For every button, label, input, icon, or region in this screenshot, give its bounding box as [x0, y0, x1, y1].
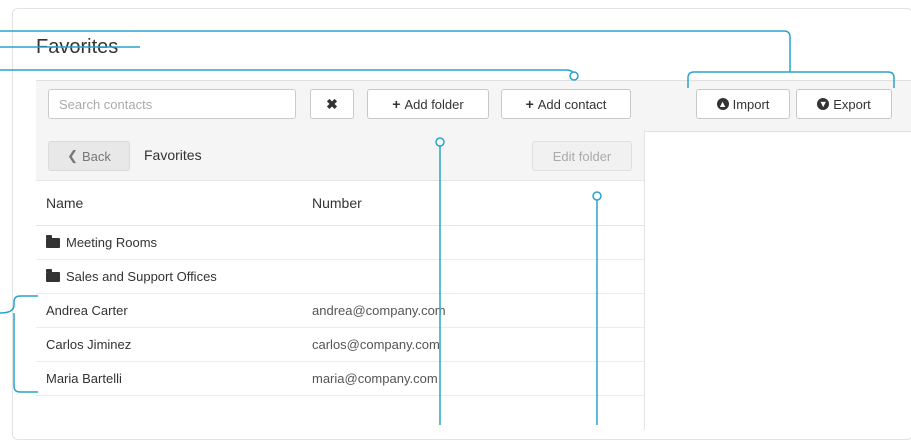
contact-number: carlos@company.com	[312, 337, 440, 352]
add-contact-label: Add contact	[537, 96, 607, 112]
edit-folder-button[interactable]: Edit folder	[532, 141, 632, 171]
export-label: Export	[833, 96, 871, 112]
export-button[interactable]: ▼ Export	[796, 89, 892, 119]
folder-row[interactable]: Sales and Support Offices	[36, 260, 644, 294]
clear-search-button[interactable]: ✖	[310, 89, 354, 119]
import-button[interactable]: ▲ Import	[696, 89, 790, 119]
folder-icon	[46, 234, 60, 248]
folder-row[interactable]: Meeting Rooms	[36, 226, 644, 260]
toolbar: ✖ + Add folder + Add contact ▲ Import ▼ …	[36, 80, 911, 132]
add-folder-label: Add folder	[404, 96, 464, 112]
contact-number: maria@company.com	[312, 371, 438, 386]
chevron-left-icon: ❮	[67, 148, 78, 163]
add-contact-button[interactable]: + Add contact	[501, 89, 631, 119]
close-icon: ✖	[326, 95, 338, 112]
contact-name: Carlos Jiminez	[46, 337, 132, 352]
plus-icon: +	[525, 96, 534, 112]
folder-title: Favorites	[144, 147, 202, 163]
arrow-down-circle-icon: ▼	[817, 98, 830, 110]
plus-icon: +	[392, 96, 401, 112]
panel-header: ❮ Back Favorites Edit folder	[36, 130, 644, 181]
contact-number: andrea@company.com	[312, 303, 446, 318]
back-button[interactable]: ❮ Back	[48, 141, 130, 171]
folder-name: Meeting Rooms	[66, 235, 158, 250]
page-title: Favorites	[36, 36, 119, 58]
column-header-number: Number	[312, 195, 362, 211]
contact-row[interactable]: Andrea Carter andrea@company.com	[36, 294, 644, 328]
contacts-panel: ❮ Back Favorites Edit folder Name Number…	[36, 130, 645, 430]
column-headers: Name Number	[36, 180, 644, 226]
search-input[interactable]	[48, 89, 296, 119]
folder-icon	[46, 268, 60, 282]
column-header-name: Name	[46, 195, 84, 211]
folder-name: Sales and Support Offices	[66, 269, 217, 284]
contact-row[interactable]: Carlos Jiminez carlos@company.com	[36, 328, 644, 362]
contact-name: Maria Bartelli	[46, 371, 122, 386]
back-label: Back	[82, 148, 111, 164]
import-label: Import	[732, 96, 770, 112]
contact-row[interactable]: Maria Bartelli maria@company.com	[36, 362, 644, 396]
contact-name: Andrea Carter	[46, 303, 128, 318]
arrow-up-circle-icon: ▲	[716, 98, 729, 110]
add-folder-button[interactable]: + Add folder	[367, 89, 489, 119]
